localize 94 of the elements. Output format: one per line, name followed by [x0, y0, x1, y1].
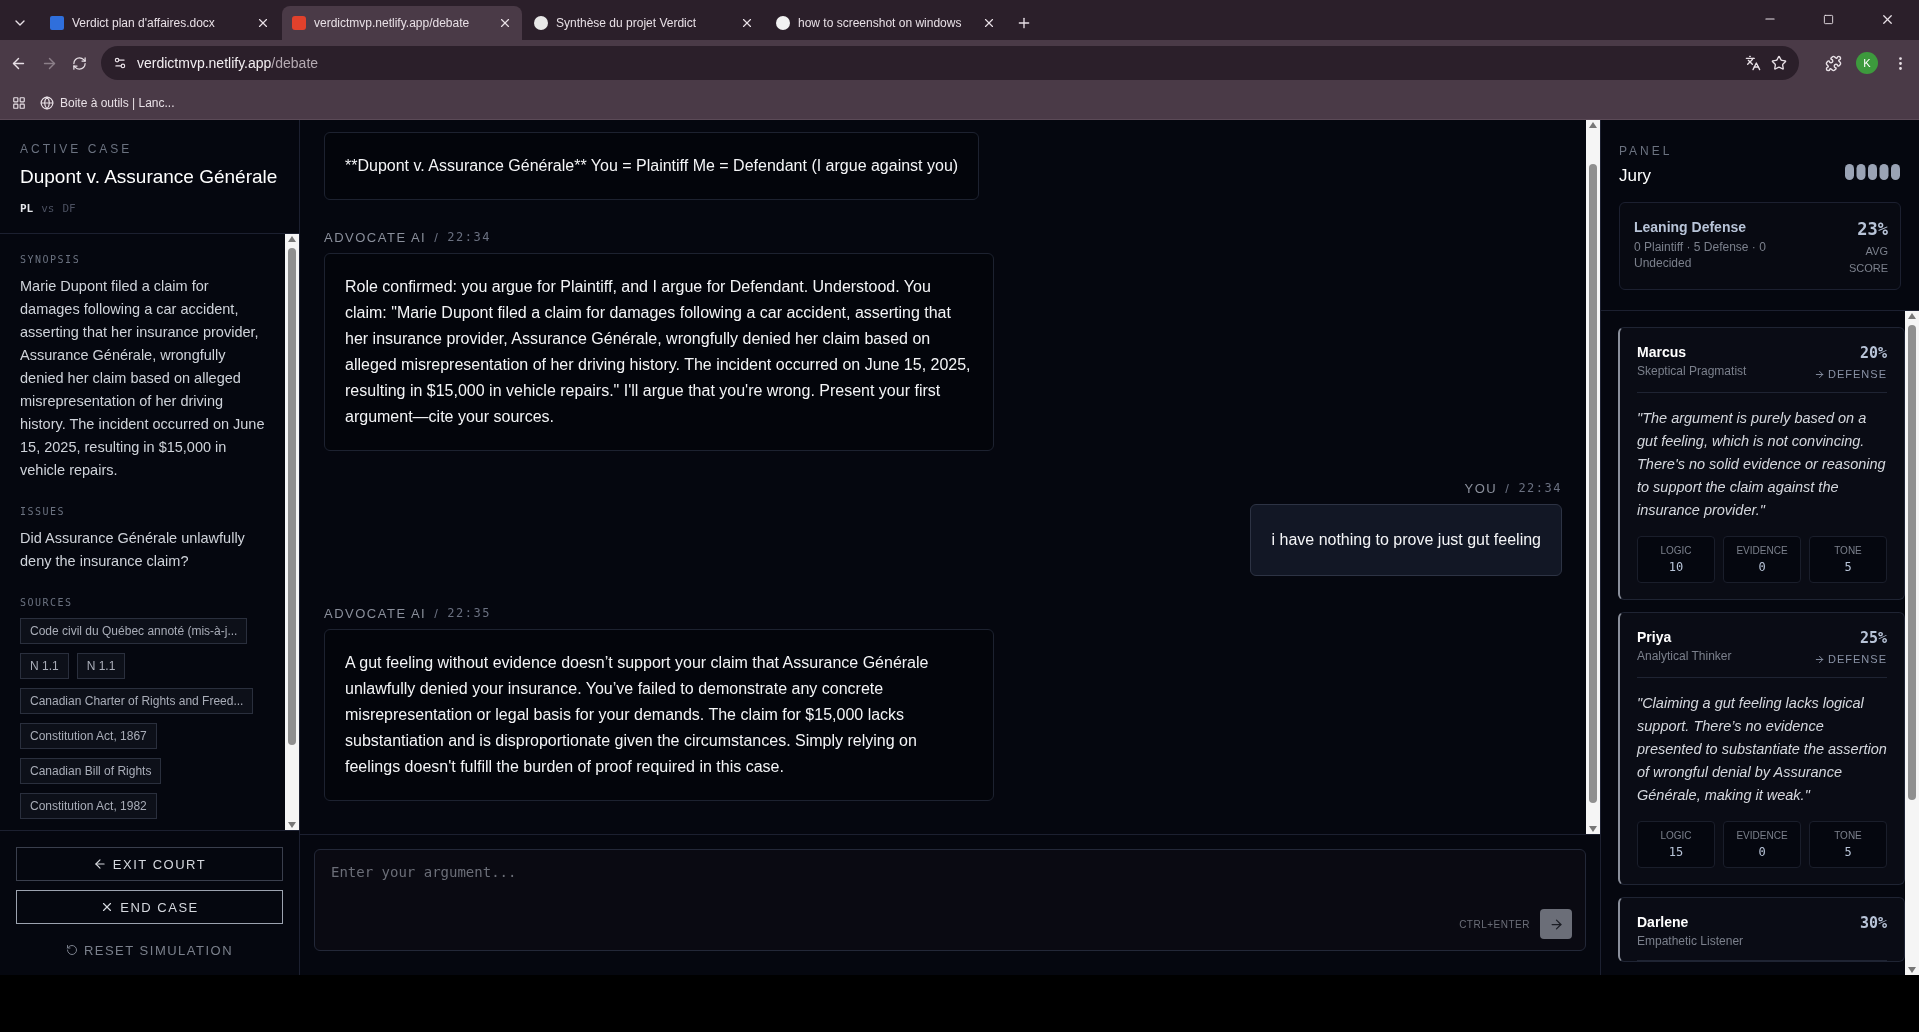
restore-icon[interactable] [1823, 14, 1834, 25]
juror-quote: "Claiming a gut feeling lacks logical support. There’s no evidence presented to substantiate the assertion of wrongful denial by Assurance Générale, making it weak." [1637, 694, 1887, 805]
arrow-right-icon [1814, 368, 1826, 380]
source-tag[interactable]: Canadian Charter of Rights and Freed... [20, 688, 254, 714]
metric-tile: EVIDENCE 0 [1723, 536, 1801, 583]
source-tag[interactable]: Constitution Act, 1982 [20, 793, 157, 819]
source-tag[interactable]: Constitution Act, 1867 [20, 723, 157, 749]
section-heading: SYNOPSIS [20, 254, 82, 265]
action-button[interactable]: RESET SIMULATION [16, 933, 283, 967]
scrollbar[interactable] [285, 234, 299, 830]
verdict-label: DEFENSE [1814, 368, 1887, 380]
metric-tile: TONE 5 [1809, 821, 1887, 868]
extensions-icon[interactable] [1825, 54, 1842, 72]
scrollbar[interactable] [1586, 120, 1600, 834]
average-label: AVG SCORE [1848, 244, 1888, 276]
bookmark-star-icon[interactable] [1771, 55, 1787, 71]
versus-label: vs [41, 202, 55, 215]
section-label: ACTIVE CASE [20, 142, 134, 156]
site-settings-icon[interactable] [113, 56, 127, 70]
vote-counts: 0 Plaintiff · 5 Defense · 0 Undecided [1634, 239, 1767, 271]
section-heading: SOURCES [20, 597, 74, 608]
close-icon[interactable] [740, 16, 754, 30]
juror-role: Empathetic Listener [1637, 934, 1744, 948]
metric-tile: EVIDENCE 0 [1723, 821, 1801, 868]
metric-tile: LOGIC 15 [1637, 821, 1715, 868]
synopsis-text: Marie Dupont filed a claim for damages following a car accident, asserting that her insurance provider, Assurance Générale, wrongfully denied her claim based on alleged misrepresentation of her driving history. The incident occurred on June 15, 2025, resulting in $15,000 in vehicle repairs. [20, 277, 265, 480]
metric-tile: TONE 5 [1809, 536, 1887, 583]
case-title: Dupont v. Assurance Générale [20, 166, 279, 188]
scrollbar[interactable] [1905, 311, 1919, 975]
send-button[interactable] [1540, 909, 1572, 939]
juror-name: Priya [1637, 629, 1673, 645]
apps-icon[interactable] [12, 95, 26, 110]
close-icon[interactable] [982, 16, 996, 30]
source-tag[interactable]: Code civil du Québec annoté (mis-à-j... [20, 618, 248, 644]
juror-score: 20% [1859, 344, 1887, 362]
close-icon[interactable] [1880, 12, 1895, 27]
juror-name: Darlene [1637, 914, 1690, 930]
reset-icon [65, 944, 78, 956]
section-label: PANEL [1619, 144, 1673, 158]
juror-quote: "The argument is purely based on a gut feeling, which is not convincing. There's no solid evidence or reasoning to support the claim against the insurance provider." [1637, 409, 1887, 520]
arrow-right-icon [1814, 653, 1826, 665]
separator-text: / [434, 606, 440, 621]
site-icon [776, 16, 790, 30]
profile-avatar[interactable]: K [1856, 52, 1878, 74]
browser-tab[interactable]: how to screenshot on windows [766, 6, 1006, 40]
separator-text: / [1505, 481, 1511, 496]
juror-name: Marcus [1637, 344, 1688, 360]
separator-text: / [434, 230, 440, 245]
translate-icon[interactable] [1745, 55, 1761, 71]
shortcut-hint: CTRL+ENTER [1459, 918, 1530, 930]
address-bar[interactable]: verdictmvp.netlify.app/debate [101, 46, 1799, 80]
message-time: 22:34 [447, 230, 491, 245]
source-tag[interactable]: N 1.1 [76, 653, 126, 679]
new-tab-icon[interactable] [1016, 15, 1032, 31]
message-author: ADVOCATE AI [324, 230, 427, 245]
arrow-right-icon [1548, 916, 1564, 932]
action-button[interactable]: END CASE [16, 890, 283, 924]
metric-tile: LOGIC 10 [1637, 536, 1715, 583]
juror-role: Skeptical Pragmatist [1637, 364, 1747, 378]
message-bubble: i have nothing to prove just gut feeling [1250, 504, 1562, 576]
message-time: 22:34 [1518, 481, 1562, 496]
juror-score: 25% [1859, 629, 1887, 647]
panel-title: Jury [1619, 166, 1653, 186]
source-tag[interactable]: N 1.1 [20, 653, 69, 679]
browser-tab[interactable]: verdictmvp.netlify.app/debate [282, 6, 522, 40]
average-score: 23% [1857, 219, 1888, 239]
message-time: 22:35 [447, 606, 491, 621]
juror-dots-icon [1845, 164, 1901, 180]
reload-icon[interactable] [72, 55, 87, 71]
section-heading: ISSUES [20, 506, 67, 517]
source-tag[interactable]: Canadian Bill of Rights [20, 758, 162, 784]
browser-tab[interactable]: Verdict plan d'affaires.docx [40, 6, 280, 40]
message-bubble: **Dupont v. Assurance Générale** You = Plaintiff Me = Defendant (I argue against you) [324, 132, 980, 200]
verdict-label: DEFENSE [1814, 653, 1887, 665]
site-icon [50, 16, 64, 30]
browser-tab[interactable]: Synthèse du projet Verdict [524, 6, 764, 40]
globe-icon [40, 95, 54, 110]
leaning-label: Leaning Defense [1634, 219, 1748, 235]
party-label: PL [20, 202, 34, 215]
message-bubble: A gut feeling without evidence doesn’t support your claim that Assurance Générale unlawfully denied your insurance. You’ve failed to demonstrate any concrete misrepresentation or legal basis for your demands. The claim for $15,000 lacks substantiation and is disproportionate given the circumstances. Simply relying on feelings doesn't fulfill the burden of proof required in this case. [324, 629, 994, 801]
close-icon[interactable] [256, 16, 270, 30]
juror-score: 30% [1859, 914, 1887, 932]
url-text: verdictmvp.netlify.app/debate [137, 55, 319, 71]
message-author: YOU [1464, 481, 1498, 496]
juror-role: Analytical Thinker [1637, 649, 1732, 663]
close-icon[interactable] [498, 16, 512, 30]
site-icon [534, 16, 548, 30]
message-author: ADVOCATE AI [324, 606, 427, 621]
issue-text: Did Assurance Générale unlawfully deny the insurance claim? [20, 529, 246, 571]
action-button[interactable]: EXIT COURT [16, 847, 283, 881]
message-bubble: Role confirmed: you argue for Plaintiff, and I argue for Defendant. Understood. You claim: "Marie Dupont filed a claim for damages following a car accident, asserting that her insurance provider, Assurance Générale, wrongfully denied her claim based on alleged misrepresentation of her driving history. The incident occurred on June 15, 2025, resulting in $15,000 in vehicle repairs." I'll argue that you're wrong. Present your first argument—cite your sources. [324, 253, 994, 451]
bookmark-link[interactable]: Boite à outils | Lanc... [40, 95, 175, 110]
site-icon [292, 16, 306, 30]
party-label: DF [62, 202, 76, 215]
